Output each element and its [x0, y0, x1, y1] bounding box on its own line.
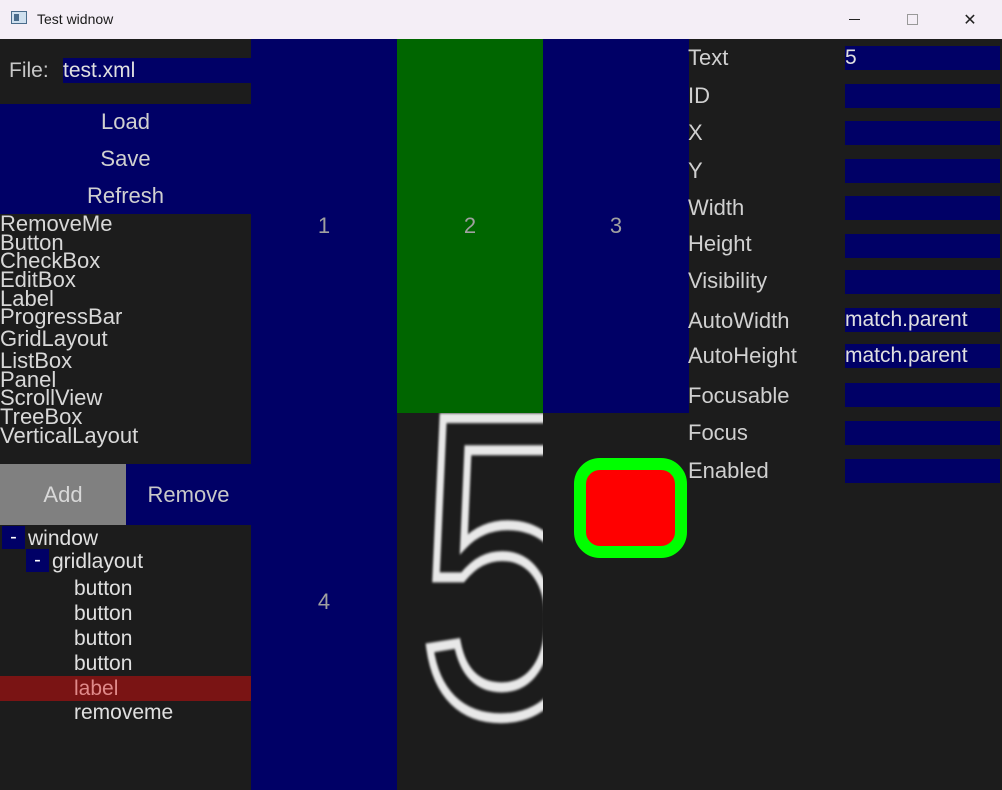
- property-label: Height: [688, 231, 752, 256]
- maximize-button[interactable]: [883, 0, 941, 39]
- tree-node-window[interactable]: - window: [2, 526, 98, 551]
- remove-button[interactable]: Remove: [126, 464, 251, 525]
- list-item[interactable]: VerticalLayout: [0, 424, 251, 446]
- property-label: X: [688, 120, 703, 145]
- title-bar[interactable]: Test widnow ✕: [0, 0, 1002, 39]
- checkbox[interactable]: [574, 458, 687, 558]
- property-label: Enabled: [688, 458, 769, 483]
- collapse-toggle[interactable]: -: [2, 526, 25, 549]
- property-focus-field[interactable]: [845, 421, 1000, 445]
- refresh-button[interactable]: Refresh: [0, 178, 251, 214]
- property-autoheight-field[interactable]: match.parent: [845, 344, 1000, 368]
- tree-node-label: label: [74, 677, 119, 700]
- tree-node[interactable]: removeme: [74, 700, 173, 725]
- property-height-field[interactable]: [845, 234, 1000, 258]
- minimize-button[interactable]: [825, 0, 883, 39]
- tree-node[interactable]: button: [74, 651, 132, 676]
- property-visibility-field[interactable]: [845, 270, 1000, 294]
- grid-button-1[interactable]: 1: [251, 39, 397, 413]
- tree-node[interactable]: button: [74, 601, 132, 626]
- close-button[interactable]: ✕: [941, 0, 999, 39]
- tree-node[interactable]: button: [74, 626, 132, 651]
- property-label: Focus: [688, 420, 748, 445]
- client-area: File: test.xml Load Save Refresh RemoveM…: [0, 39, 1002, 790]
- property-label: Visibility: [688, 268, 768, 293]
- maximize-icon: [906, 14, 918, 25]
- property-autowidth-field[interactable]: match.parent: [845, 308, 1000, 332]
- property-label: Y: [688, 158, 703, 183]
- grid-button-2[interactable]: 2: [397, 39, 543, 413]
- property-id-field[interactable]: [845, 84, 1000, 108]
- property-label: Width: [688, 195, 745, 220]
- tree-node[interactable]: button: [74, 576, 132, 601]
- property-focusable-field[interactable]: [845, 383, 1000, 407]
- property-text-field[interactable]: 5: [845, 46, 1000, 70]
- window-title: Test widnow: [37, 11, 114, 27]
- file-input[interactable]: test.xml: [63, 58, 251, 83]
- property-label: AutoWidth: [688, 308, 790, 333]
- close-icon: ✕: [963, 11, 977, 29]
- grid-label-cell: 5: [397, 413, 543, 790]
- property-label: Focusable: [688, 383, 790, 408]
- property-label: ID: [688, 83, 710, 108]
- label-5: 5: [414, 413, 543, 786]
- file-label: File:: [9, 59, 49, 82]
- tree-node-label: window: [28, 527, 99, 550]
- grid-button-3[interactable]: 3: [543, 39, 689, 413]
- property-enabled-field[interactable]: [845, 459, 1000, 483]
- save-button[interactable]: Save: [0, 141, 251, 178]
- property-label: Text: [688, 45, 729, 70]
- minimize-icon: [848, 19, 860, 20]
- list-item[interactable]: GridLayout: [0, 328, 251, 350]
- widget-type-list[interactable]: RemoveMe Button CheckBox EditBox Label P…: [0, 213, 251, 446]
- property-width-field[interactable]: [845, 196, 1000, 220]
- tree-node-selected[interactable]: label: [0, 676, 251, 701]
- tree-node-gridlayout[interactable]: - gridlayout: [26, 549, 143, 574]
- collapse-toggle[interactable]: -: [26, 549, 49, 572]
- list-item[interactable]: ProgressBar: [0, 306, 251, 328]
- add-button[interactable]: Add: [0, 464, 126, 525]
- property-x-field[interactable]: [845, 121, 1000, 145]
- property-y-field[interactable]: [845, 159, 1000, 183]
- load-button[interactable]: Load: [0, 104, 251, 141]
- grid-button-4[interactable]: 4: [251, 413, 397, 790]
- tree-node-label: gridlayout: [52, 550, 144, 573]
- property-label: AutoHeight: [688, 343, 797, 368]
- app-icon: [11, 11, 27, 24]
